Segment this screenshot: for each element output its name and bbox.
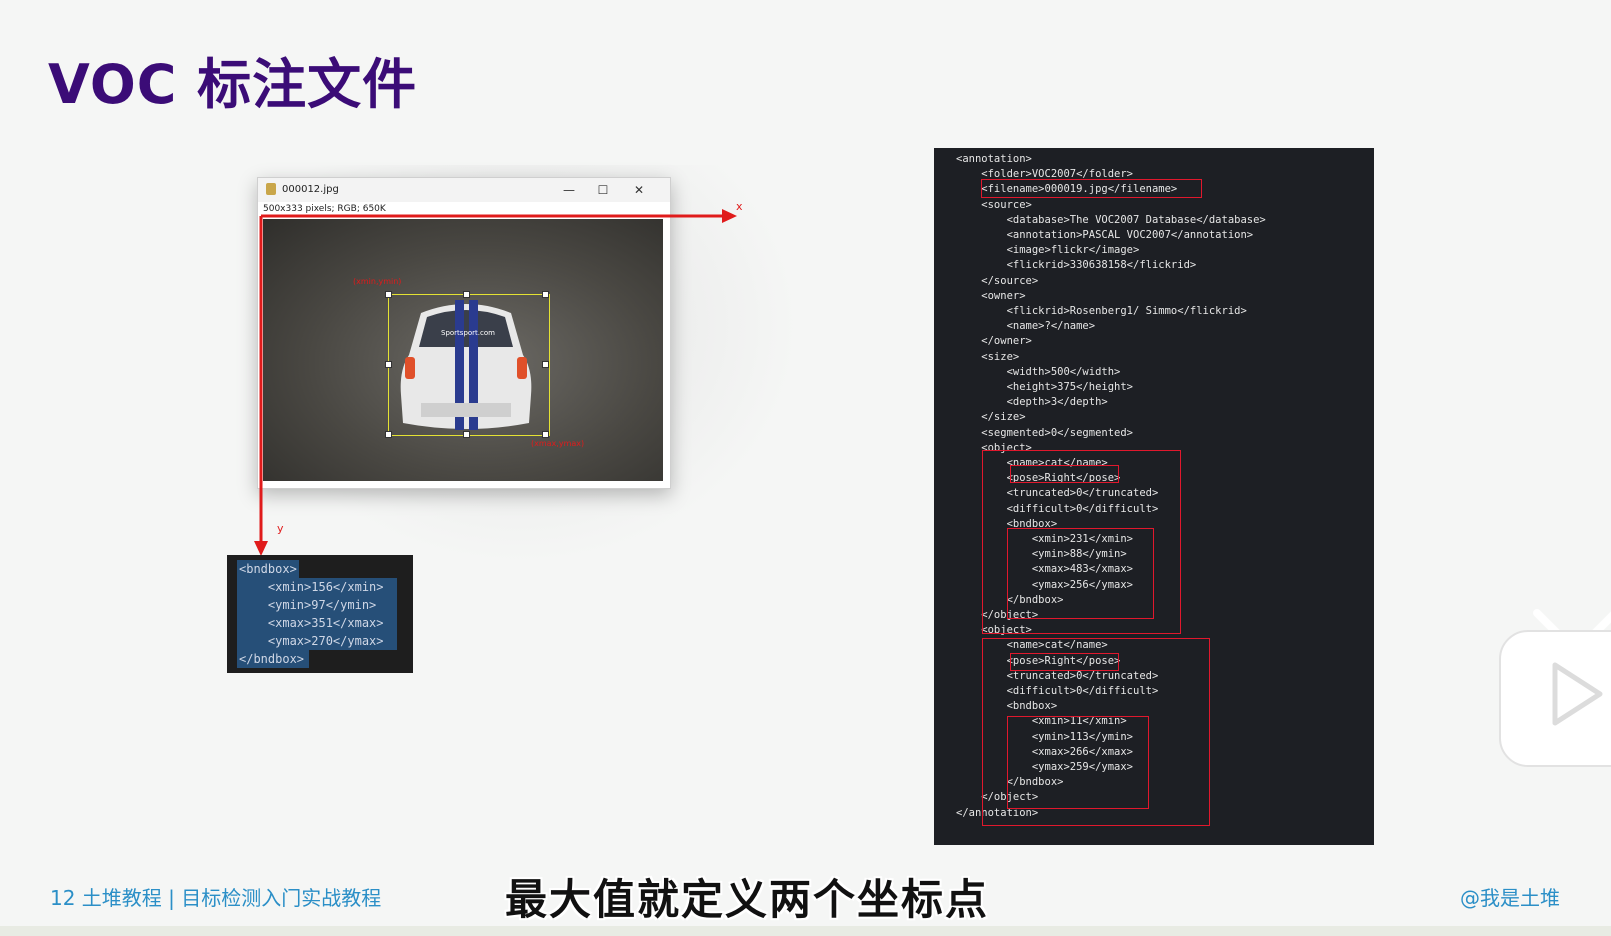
video-subtitle: 最大值就定义两个坐标点 — [505, 875, 990, 924]
code-line: <ymin>97</ymin> — [239, 598, 377, 612]
xml-line: </source> — [956, 274, 1039, 287]
bottom-strip — [0, 926, 1611, 936]
bilibili-logo — [1499, 609, 1611, 767]
xml-line: </size> — [956, 411, 1026, 424]
filename-highlight — [981, 179, 1202, 198]
code-line: <bndbox> — [239, 562, 297, 576]
xml-line: <width>500</width> — [956, 365, 1121, 378]
xml-line: <depth>3</depth> — [956, 396, 1108, 409]
code-line: </bndbox> — [239, 652, 305, 666]
footer-course-info: 12 土堆教程 | 目标检测入门实战教程 — [50, 886, 382, 910]
y-axis-arrowhead — [254, 541, 268, 556]
name-highlight — [1010, 653, 1119, 671]
bndbox-code-snippet: <bndbox> <xmin>156</xmin> <ymin>97</ymin… — [227, 555, 413, 673]
xml-line: <segmented>0</segmented> — [956, 426, 1134, 439]
xml-line: <source> — [956, 198, 1032, 211]
code-line: <xmax>351</xmax> — [239, 616, 384, 630]
y-axis-label: y — [277, 522, 284, 535]
code-line: <xmin>156</xmin> — [239, 580, 384, 594]
xml-line: <name>?</name> — [956, 320, 1096, 333]
x-axis-arrowhead — [722, 209, 737, 223]
footer-author: @我是土堆 — [1460, 886, 1560, 910]
xml-line: <database>The VOC2007 Database</database… — [956, 213, 1266, 226]
xml-line: <flickrid>330638158</flickrid> — [956, 259, 1197, 272]
code-line: <ymax>270</ymax> — [239, 634, 384, 648]
bndbox-highlight — [1007, 716, 1149, 809]
name-highlight — [1010, 465, 1119, 483]
xml-line: <annotation>PASCAL VOC2007</annotation> — [956, 229, 1254, 241]
xml-line: </owner> — [956, 335, 1032, 348]
x-axis-label: x — [736, 200, 743, 213]
xml-line: <height>375</height> — [956, 381, 1134, 393]
xml-line: <image>flickr</image> — [956, 244, 1140, 257]
xml-line: <flickrid>Rosenberg1/ Simmo</flickrid> — [956, 305, 1247, 317]
xml-line: <size> — [956, 350, 1020, 363]
bndbox-highlight — [1007, 528, 1154, 619]
xml-line: <owner> — [956, 289, 1026, 302]
xml-line: <annotation> — [956, 153, 1032, 165]
